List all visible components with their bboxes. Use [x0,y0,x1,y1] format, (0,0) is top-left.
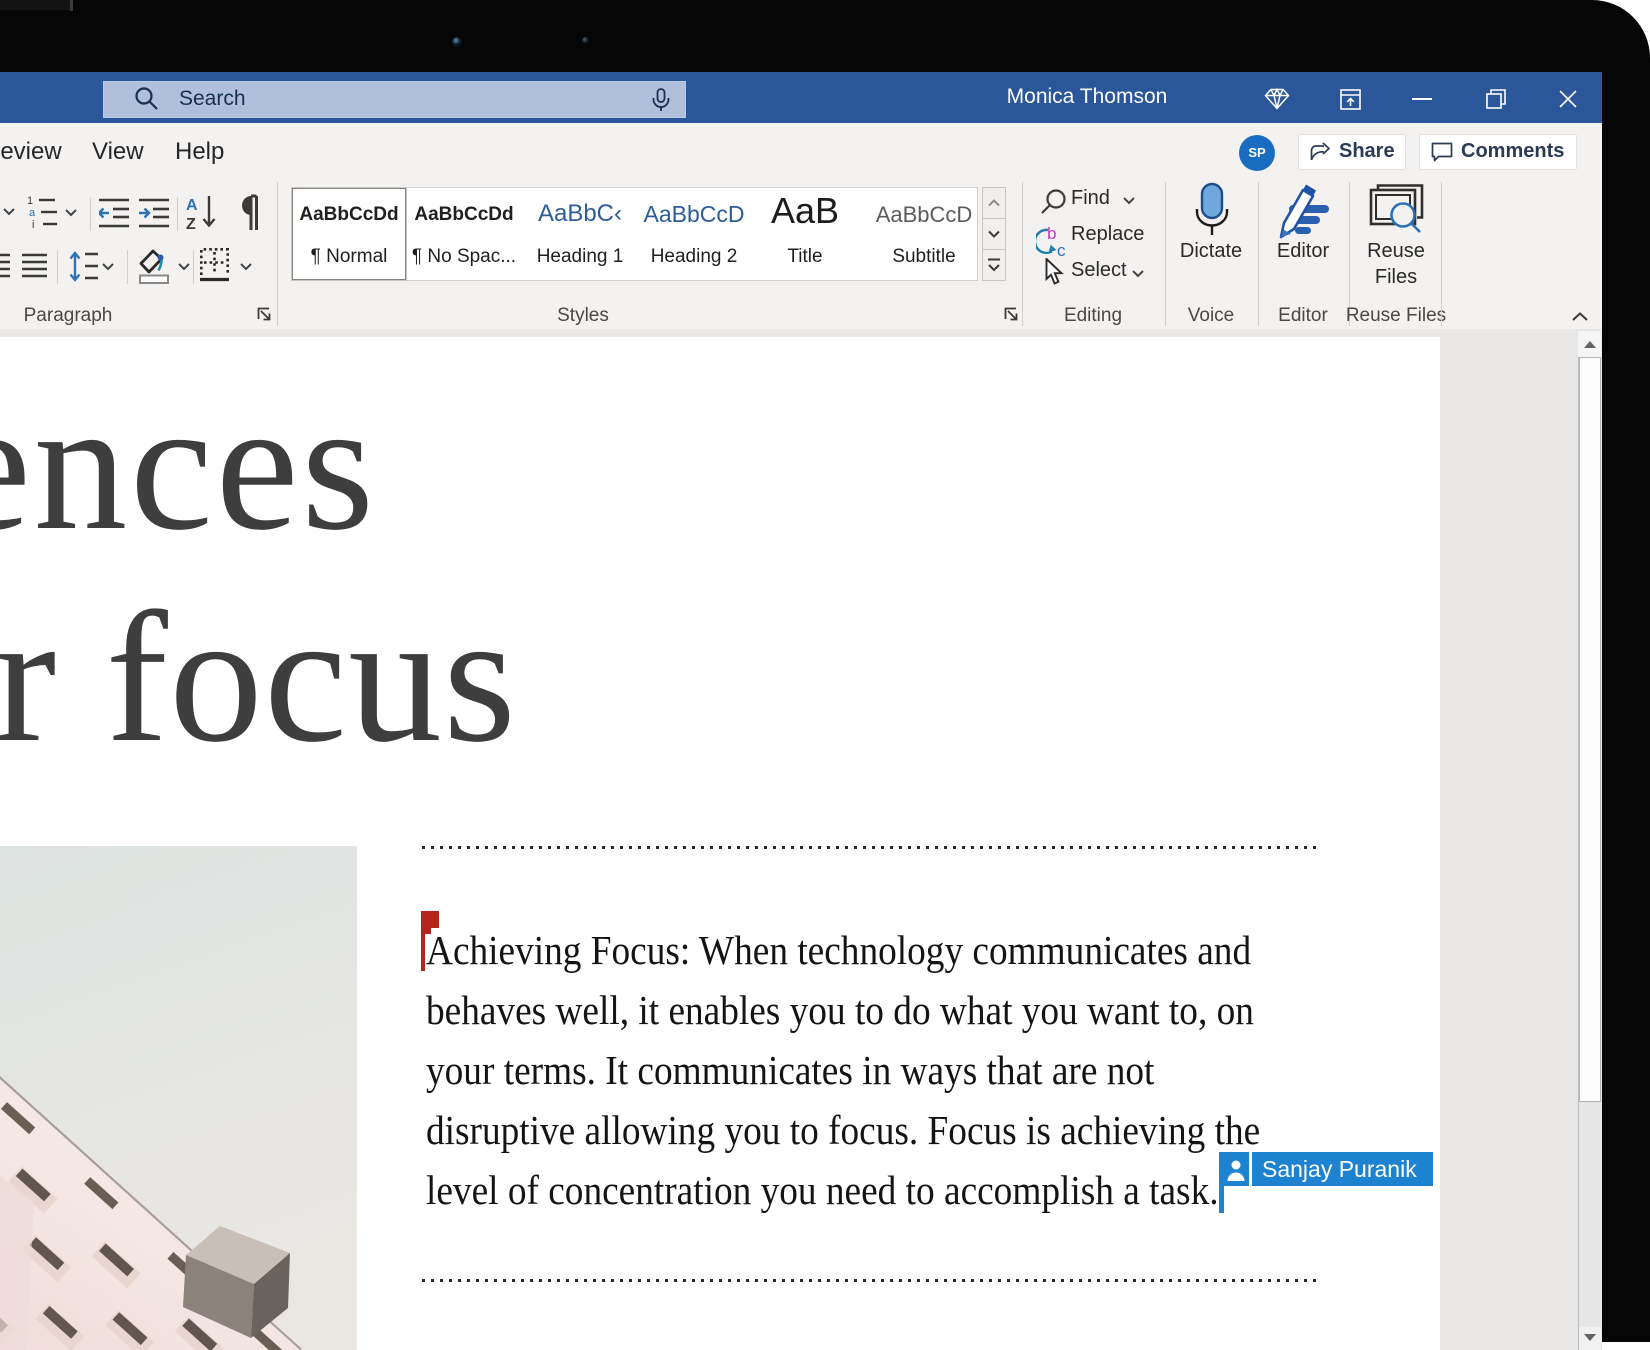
svg-text:c: c [1057,241,1066,258]
svg-text:1: 1 [27,195,33,207]
svg-text:A: A [186,197,198,214]
svg-text:b: b [1047,224,1056,243]
svg-text:Z: Z [186,216,196,231]
svg-text:a: a [29,207,36,219]
svg-text:i: i [32,219,34,229]
